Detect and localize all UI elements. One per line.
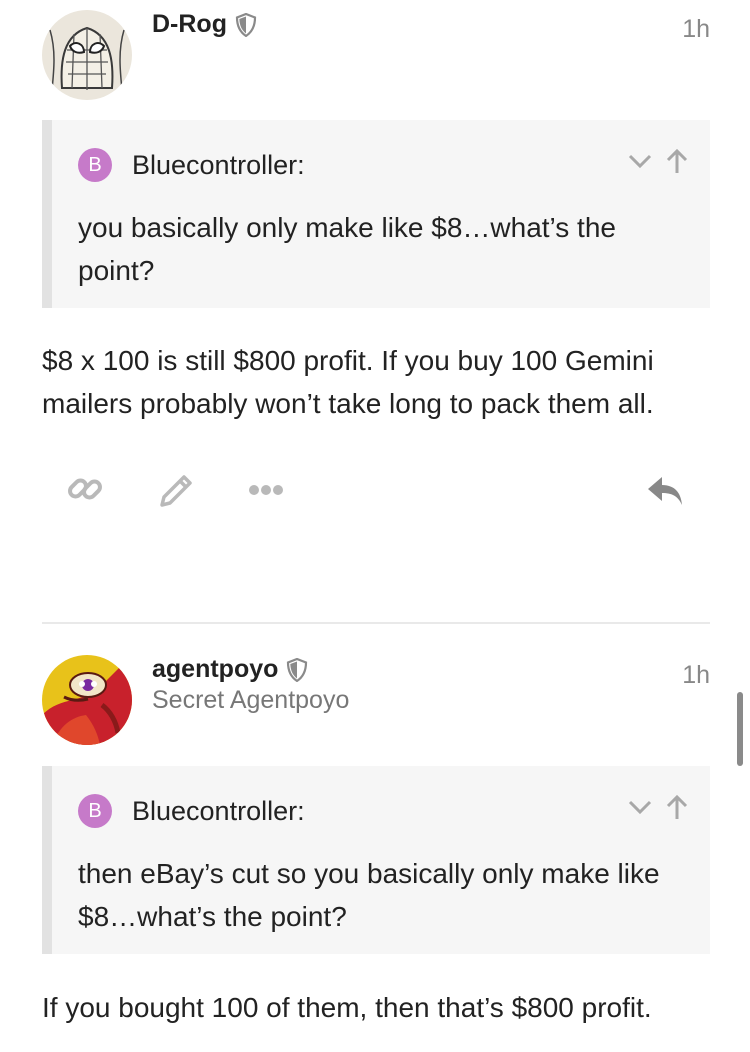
arrow-up-icon[interactable] [666, 148, 688, 179]
username[interactable]: agentpoyo [152, 655, 308, 684]
quote-controls [628, 148, 688, 179]
post-body: $8 x 100 is still $800 profit. If you bu… [42, 345, 654, 419]
pencil-icon[interactable] [156, 471, 196, 511]
link-icon[interactable] [66, 469, 106, 509]
reply-icon[interactable] [646, 473, 686, 509]
quote-avatar: B [78, 794, 112, 828]
quote-header: B Bluecontroller: [78, 794, 305, 828]
quote-header: B Bluecontroller: [78, 148, 305, 182]
post-actions [0, 465, 750, 515]
quote-avatar: B [78, 148, 112, 182]
avatar[interactable] [42, 655, 132, 745]
username-text[interactable]: D-Rog [152, 10, 227, 39]
quote-author: Bluecontroller: [132, 795, 305, 826]
quote-text: then eBay’s cut so you basically only ma… [78, 858, 660, 932]
post-body: If you bought 100 of them, then that’s $… [42, 992, 652, 1023]
post-time[interactable]: 1h [682, 661, 710, 690]
quote-block: B Bluecontroller: then eBay’s cut so you… [42, 766, 710, 954]
user-title: Secret Agentpoyo [152, 686, 350, 714]
chevron-down-icon[interactable] [628, 799, 652, 820]
shield-icon [235, 12, 257, 37]
username-text[interactable]: agentpoyo [152, 655, 278, 684]
topic-page: D-Rog 1h B Bluecontroller: you basically… [0, 0, 750, 1052]
quote-controls [628, 794, 688, 825]
quote-block: B Bluecontroller: you basically only mak… [42, 120, 710, 308]
username[interactable]: D-Rog [152, 10, 257, 39]
quote-text: you basically only make like $8…what’s t… [78, 212, 616, 286]
ellipsis-icon[interactable] [246, 483, 286, 497]
chevron-down-icon[interactable] [628, 153, 652, 174]
scrollbar[interactable] [737, 692, 743, 766]
arrow-up-icon[interactable] [666, 794, 688, 825]
shield-icon [286, 657, 308, 682]
post-divider [42, 622, 710, 624]
post-time[interactable]: 1h [682, 15, 710, 44]
quote-author: Bluecontroller: [132, 149, 305, 180]
avatar[interactable] [42, 10, 132, 100]
